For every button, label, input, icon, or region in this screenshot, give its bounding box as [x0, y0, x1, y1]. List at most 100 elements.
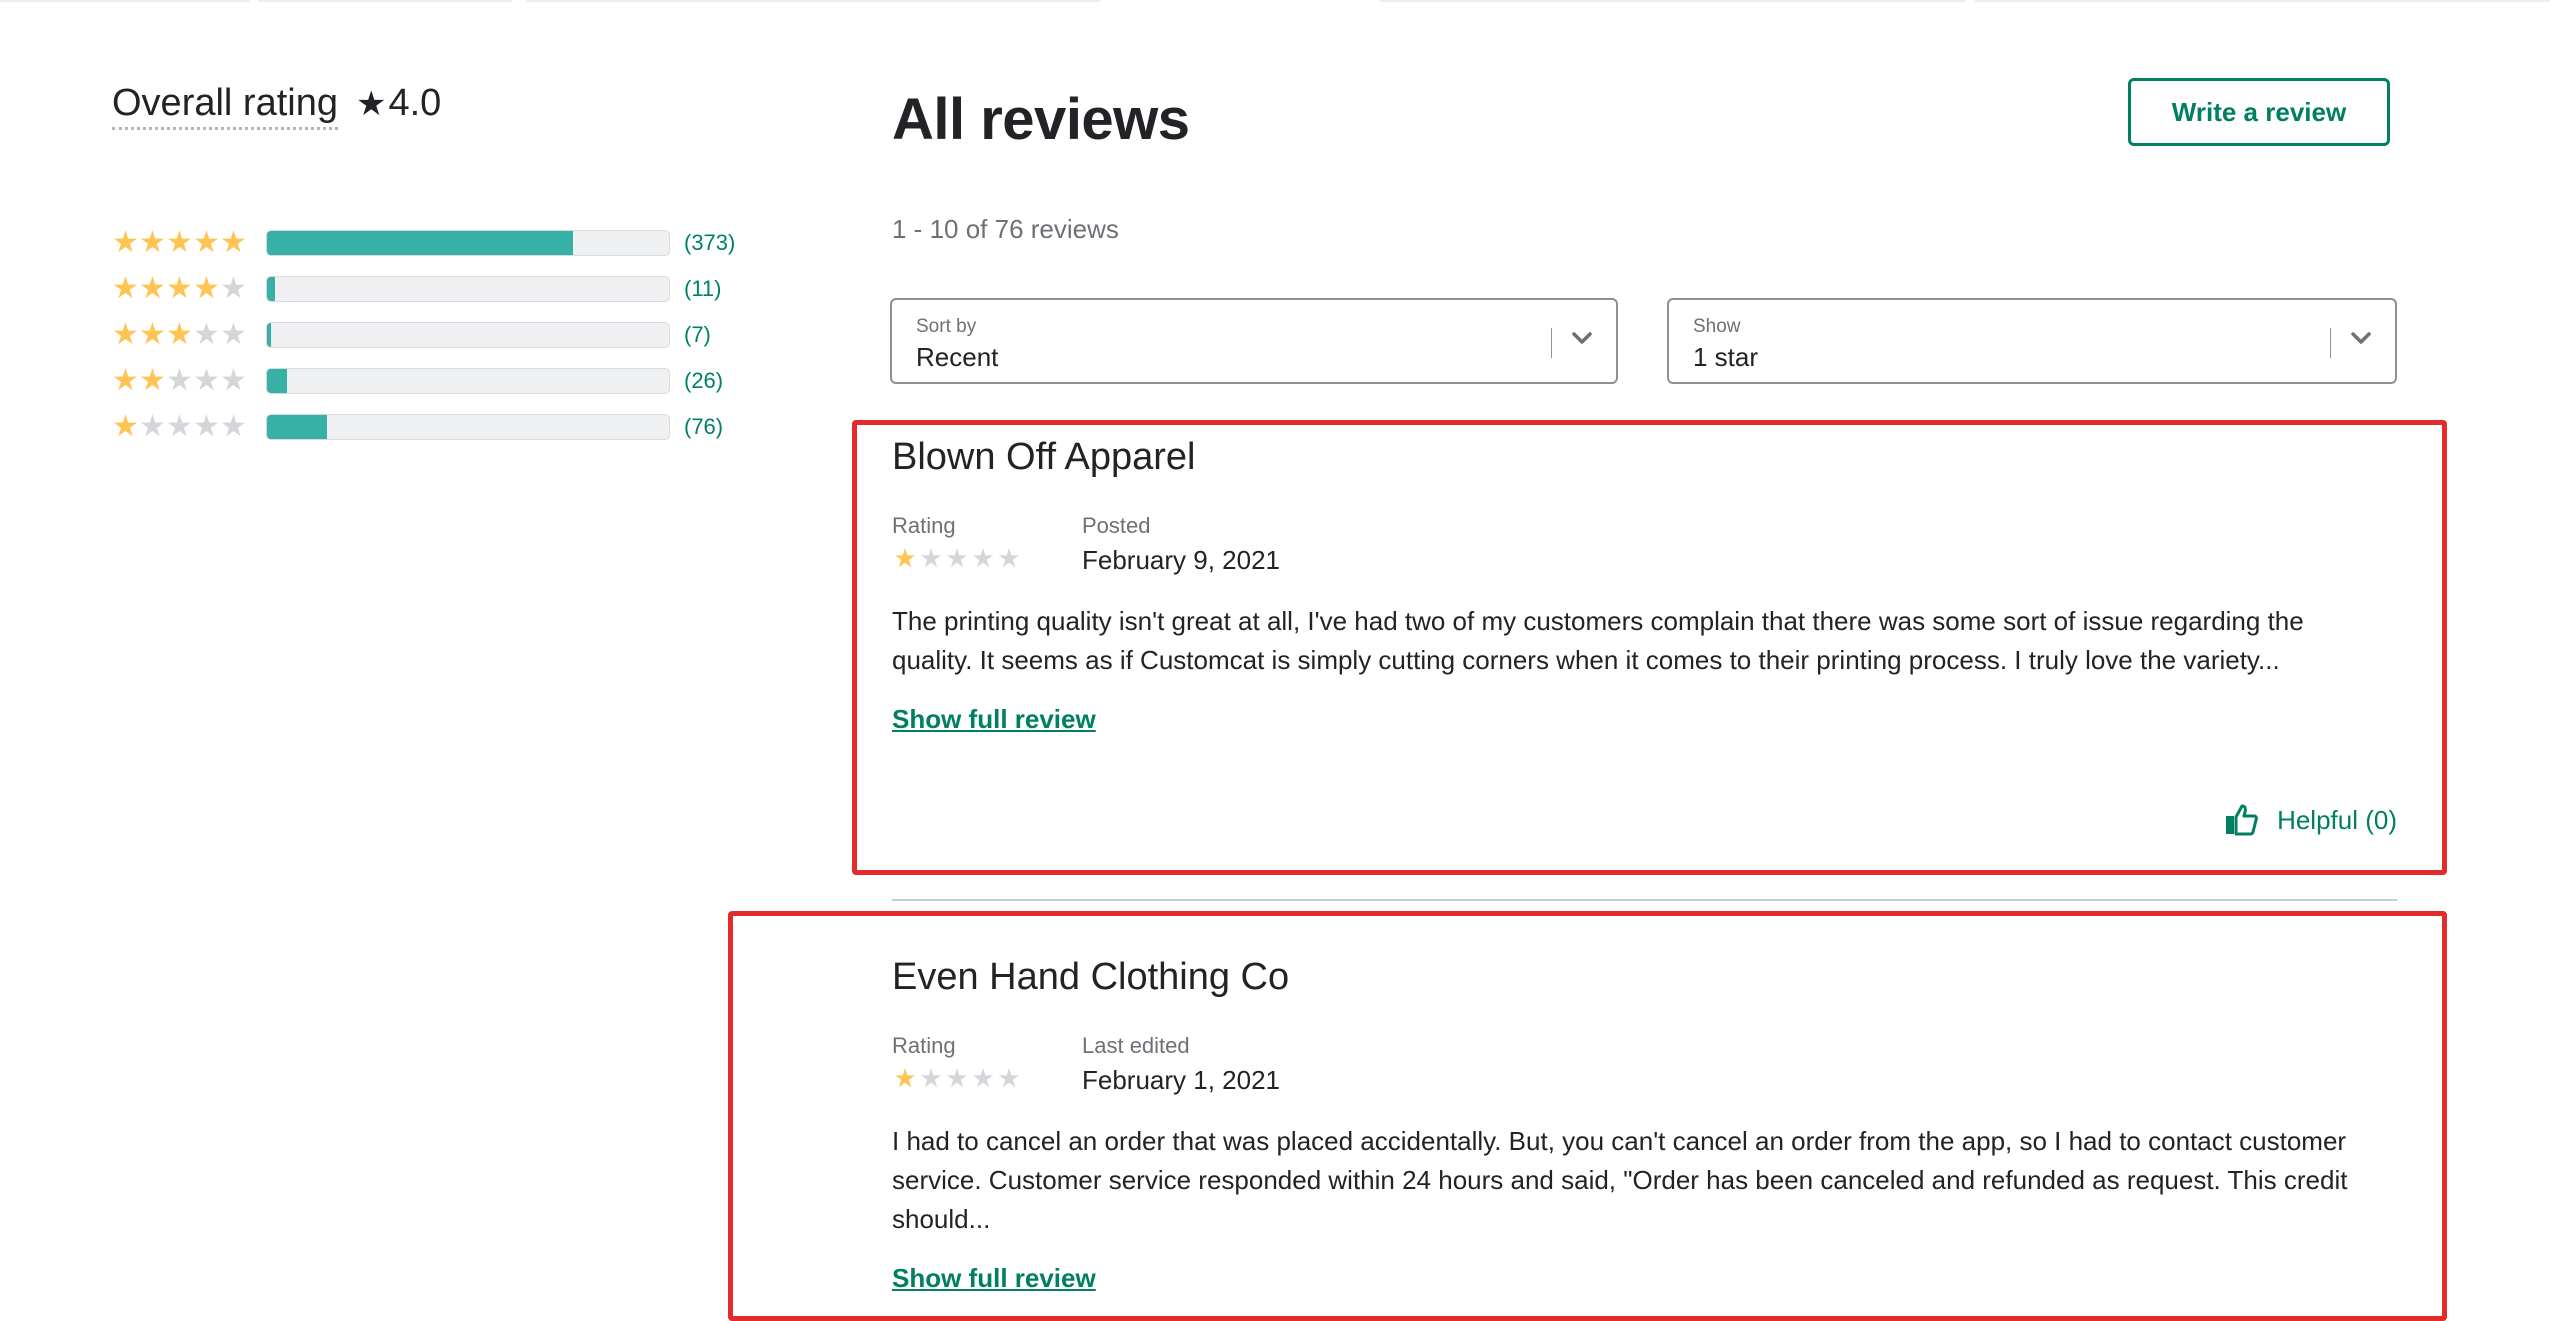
star-filled-icon: ★	[112, 410, 139, 443]
thumbs-up-icon	[2226, 804, 2258, 836]
rating-bar-fill	[267, 369, 288, 393]
review-item: Even Hand Clothing Co Rating ★ ★ ★ ★ ★ Last …	[892, 956, 2397, 1294]
star-filled-icon: ★	[193, 272, 220, 305]
star-filled-icon: ★	[166, 272, 193, 305]
date-label: Posted	[1082, 513, 1151, 538]
star-empty-icon: ★	[166, 364, 193, 397]
reviewer-name: Blown Off Apparel	[892, 436, 1196, 478]
star-filled-icon: ★	[193, 226, 220, 259]
reviewer-name: Even Hand Clothing Co	[892, 956, 1290, 998]
star-rating: ★ ★ ★ ★ ★	[112, 412, 258, 442]
show-full-review-link[interactable]: Show full review	[892, 704, 1096, 735]
star-filled-icon: ★	[893, 543, 917, 573]
star-empty-icon: ★	[997, 1063, 1021, 1093]
star-filled-icon: ★	[166, 318, 193, 351]
review-rating-stars: ★ ★ ★ ★ ★	[892, 1065, 1082, 1091]
review-meta: Rating ★ ★ ★ ★ ★ Posted February 9, 2021	[892, 513, 2397, 576]
rating-distribution-row[interactable]: ★ ★ ★ ★ ★ (373)	[112, 220, 735, 266]
star-rating: ★ ★ ★ ★ ★	[112, 320, 258, 350]
star-filled-icon: ★	[139, 272, 166, 305]
star-empty-icon: ★	[193, 364, 220, 397]
review-body: I had to cancel an order that was placed…	[892, 1126, 2348, 1234]
overall-rating-label[interactable]: Overall rating	[112, 82, 338, 130]
overall-rating: Overall rating ★ 4.0	[112, 82, 441, 130]
star-filled-icon: ★	[139, 364, 166, 397]
chevron-down-icon	[2351, 332, 2371, 344]
star-rating: ★ ★ ★ ★ ★	[112, 274, 258, 304]
star-empty-icon: ★	[220, 318, 247, 351]
date-label: Last edited	[1082, 1033, 1190, 1058]
review-divider	[892, 899, 2397, 901]
rating-distribution-row[interactable]: ★ ★ ★ ★ ★ (7)	[112, 312, 735, 358]
star-empty-icon: ★	[220, 410, 247, 443]
overall-rating-score: ★ 4.0	[356, 82, 441, 125]
select-divider	[2330, 328, 2331, 358]
rating-bar	[266, 276, 670, 302]
review-date: February 9, 2021	[1082, 545, 1281, 575]
sort-by-label: Sort by	[916, 316, 977, 337]
star-empty-icon: ★	[919, 1063, 943, 1093]
helpful-button[interactable]: Helpful (0)	[2225, 804, 2397, 836]
chevron-down-icon	[1572, 332, 1592, 344]
overall-score-value: 4.0	[388, 82, 442, 124]
show-filter-label: Show	[1693, 316, 1741, 337]
rating-bar-fill	[267, 415, 328, 439]
star-filled-icon: ★	[112, 364, 139, 397]
rating-bar	[266, 322, 670, 348]
review-meta: Rating ★ ★ ★ ★ ★ Last edited February 1, 202…	[892, 1033, 2397, 1096]
rating-label: Rating	[892, 513, 956, 538]
star-filled-icon: ★	[139, 226, 166, 259]
rating-bar	[266, 230, 670, 256]
star-filled-icon: ★	[112, 318, 139, 351]
star-filled-icon: ★	[112, 272, 139, 305]
rating-bar-fill	[267, 323, 272, 347]
star-empty-icon: ★	[193, 410, 220, 443]
show-filter-select[interactable]: Show 1 star	[1667, 298, 2397, 384]
star-filled-icon: ★	[166, 226, 193, 259]
rating-bar-fill	[267, 277, 276, 301]
star-rating: ★ ★ ★ ★ ★	[112, 228, 258, 258]
star-icon: ★	[355, 85, 387, 123]
star-empty-icon: ★	[945, 543, 969, 573]
star-empty-icon: ★	[220, 272, 247, 305]
star-empty-icon: ★	[997, 543, 1021, 573]
show-filter-value: 1 star	[1693, 342, 1759, 372]
star-empty-icon: ★	[220, 364, 247, 397]
rating-distribution: ★ ★ ★ ★ ★ (373) ★ ★ ★ ★ ★ (11) ★ ★ ★ ★ ★ (7) ★ ★ ★ ★ ★ (26) ★ ★ ★ ★…	[112, 220, 735, 450]
rating-count[interactable]: (11)	[684, 276, 722, 302]
star-filled-icon: ★	[139, 318, 166, 351]
rating-distribution-row[interactable]: ★ ★ ★ ★ ★ (11)	[112, 266, 735, 312]
show-full-review-link[interactable]: Show full review	[892, 1263, 1096, 1294]
star-empty-icon: ★	[166, 410, 193, 443]
rating-count[interactable]: (26)	[684, 368, 723, 394]
star-rating: ★ ★ ★ ★ ★	[112, 366, 258, 396]
review-rating-stars: ★ ★ ★ ★ ★	[892, 545, 1082, 571]
rating-bar-fill	[267, 231, 573, 255]
rating-count[interactable]: (373)	[684, 230, 735, 256]
star-empty-icon: ★	[945, 1063, 969, 1093]
star-empty-icon: ★	[139, 410, 166, 443]
star-filled-icon: ★	[220, 226, 247, 259]
star-empty-icon: ★	[193, 318, 220, 351]
review-body: The printing quality isn't great at all,…	[892, 606, 2304, 675]
review-date: February 1, 2021	[1082, 1065, 1281, 1095]
select-divider	[1551, 328, 1552, 358]
helpful-label: Helpful (0)	[2277, 804, 2397, 835]
page-title: All reviews	[892, 87, 1190, 152]
rating-distribution-row[interactable]: ★ ★ ★ ★ ★ (76)	[112, 404, 735, 450]
star-empty-icon: ★	[971, 1063, 995, 1093]
rating-distribution-row[interactable]: ★ ★ ★ ★ ★ (26)	[112, 358, 735, 404]
rating-bar	[266, 414, 670, 440]
sort-by-value: Recent	[916, 342, 999, 372]
top-border	[0, 0, 2550, 2]
star-empty-icon: ★	[971, 543, 995, 573]
write-review-button[interactable]: Write a review	[2128, 78, 2390, 146]
rating-bar	[266, 368, 670, 394]
rating-count[interactable]: (7)	[684, 322, 711, 348]
star-filled-icon: ★	[112, 226, 139, 259]
star-empty-icon: ★	[919, 543, 943, 573]
review-item: Blown Off Apparel Rating ★ ★ ★ ★ ★ Posted Fe…	[892, 436, 2397, 836]
rating-count[interactable]: (76)	[684, 414, 723, 440]
rating-label: Rating	[892, 1033, 956, 1058]
sort-by-select[interactable]: Sort by Recent	[890, 298, 1618, 384]
